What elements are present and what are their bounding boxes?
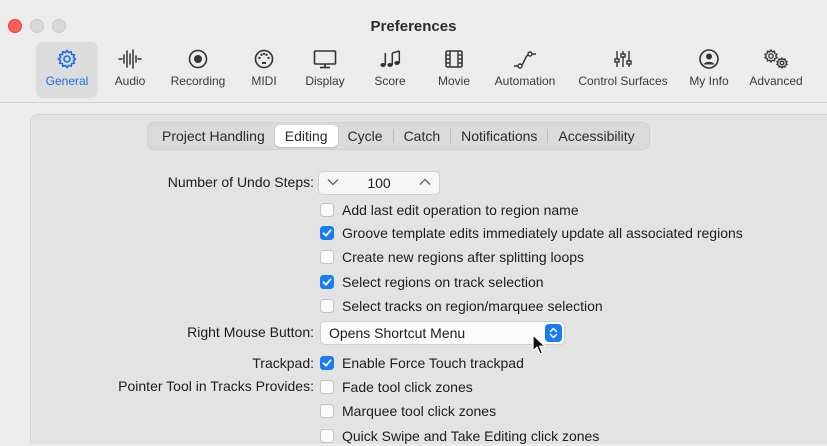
checkbox-label: Add last edit operation to region name — [342, 202, 579, 218]
checkmark-icon — [322, 359, 332, 367]
preferences-tabs: Project Handling Editing Cycle Catch Not… — [147, 122, 650, 150]
toolbar-score[interactable]: Score — [368, 42, 412, 98]
checkbox-add-last-edit[interactable]: Add last edit operation to region name — [320, 200, 579, 220]
toolbar-control-surfaces[interactable]: Control Surfaces — [572, 42, 674, 98]
toolbar-label: Movie — [437, 74, 470, 88]
checkbox-label: Fade tool click zones — [342, 379, 473, 395]
toolbar-advanced[interactable]: Advanced — [744, 42, 808, 98]
toolbar-movie[interactable]: Movie — [432, 42, 476, 98]
music-notes-icon — [378, 44, 402, 74]
tab-editing[interactable]: Editing — [274, 125, 338, 147]
gears-icon — [762, 44, 790, 74]
chevron-down-icon[interactable] — [327, 177, 339, 189]
tab-accessibility[interactable]: Accessibility — [548, 125, 644, 147]
toolbar-label: MIDI — [251, 74, 277, 88]
midi-port-icon — [253, 44, 275, 74]
checkbox-fade-tool[interactable]: Fade tool click zones — [320, 377, 473, 397]
toolbar-label: General — [45, 74, 89, 88]
checkbox-select-regions[interactable]: Select regions on track selection — [320, 272, 544, 292]
checkbox[interactable] — [320, 299, 334, 313]
checkbox[interactable] — [320, 404, 334, 418]
checkbox-label: Marquee tool click zones — [342, 403, 497, 419]
window-title: Preferences — [370, 18, 457, 35]
checkbox-label: Quick Swipe and Take Editing click zones — [342, 428, 600, 444]
gear-icon — [56, 44, 78, 74]
right-mouse-label: Right Mouse Button: — [187, 324, 314, 340]
person-icon — [698, 44, 720, 74]
trackpad-label: Trackpad: — [252, 355, 314, 371]
toolbar-label: My Info — [689, 74, 729, 88]
checkbox-checked[interactable] — [320, 356, 334, 370]
checkbox-label: Select regions on track selection — [342, 274, 544, 290]
checkbox-marquee-tool[interactable]: Marquee tool click zones — [320, 401, 496, 421]
checkbox[interactable] — [320, 250, 334, 264]
toolbar-label: Recording — [170, 74, 226, 88]
toolbar-general[interactable]: General — [36, 42, 98, 98]
toolbar-recording[interactable]: Recording — [166, 42, 230, 98]
checkbox-quick-swipe[interactable]: Quick Swipe and Take Editing click zones — [320, 426, 599, 446]
toolbar-automation[interactable]: Automation — [488, 42, 562, 98]
toolbar-midi[interactable]: MIDI — [244, 42, 284, 98]
tab-project-handling[interactable]: Project Handling — [152, 125, 275, 147]
toolbar-label: Display — [305, 74, 345, 88]
right-mouse-value: Opens Shortcut Menu — [329, 325, 466, 341]
tab-cycle[interactable]: Cycle — [338, 125, 393, 147]
monitor-icon — [312, 44, 338, 74]
checkmark-icon — [322, 278, 332, 286]
checkbox-create-new-regions[interactable]: Create new regions after splitting loops — [320, 247, 584, 267]
faders-icon — [612, 44, 634, 74]
checkbox[interactable] — [320, 203, 334, 217]
undo-steps-value: 100 — [367, 175, 391, 191]
mouse-cursor-icon — [532, 334, 548, 361]
checkbox-label: Select tracks on region/marquee selectio… — [342, 298, 603, 314]
toolbar-label: Automation — [494, 74, 556, 88]
automation-curve-icon — [511, 44, 539, 74]
toolbar-label: Audio — [114, 74, 146, 88]
checkbox-label: Enable Force Touch trackpad — [342, 355, 524, 371]
checkbox[interactable] — [320, 380, 334, 394]
toolbar-label: Score — [374, 74, 406, 88]
toolbar-label: Advanced — [749, 74, 803, 88]
checkbox-label: Groove template edits immediately update… — [342, 225, 743, 241]
preferences-toolbar: General Audio Recording MIDI Display Sco… — [0, 40, 827, 103]
waveform-icon — [117, 44, 143, 74]
undo-steps-stepper[interactable]: 100 — [318, 171, 440, 195]
checkmark-icon — [322, 229, 332, 237]
toolbar-label: Control Surfaces — [578, 74, 668, 88]
checkbox-label: Create new regions after splitting loops — [342, 249, 585, 265]
undo-steps-label: Number of Undo Steps: — [167, 174, 314, 190]
checkbox-select-tracks[interactable]: Select tracks on region/marquee selectio… — [320, 296, 603, 316]
checkbox-checked[interactable] — [320, 226, 334, 240]
tab-notifications[interactable]: Notifications — [451, 125, 547, 147]
film-icon — [443, 44, 465, 74]
right-mouse-select[interactable]: Opens Shortcut Menu — [320, 321, 565, 345]
toolbar-my-info[interactable]: My Info — [684, 42, 734, 98]
toolbar-audio[interactable]: Audio — [110, 42, 150, 98]
tab-catch[interactable]: Catch — [394, 125, 451, 147]
chevron-up-icon[interactable] — [419, 177, 431, 189]
toolbar-display[interactable]: Display — [300, 42, 350, 98]
checkbox[interactable] — [320, 429, 334, 443]
checkbox-groove-template[interactable]: Groove template edits immediately update… — [320, 223, 743, 243]
pointer-tool-label: Pointer Tool in Tracks Provides: — [118, 378, 314, 394]
title-bar: Preferences — [0, 0, 827, 40]
checkbox-force-touch[interactable]: Enable Force Touch trackpad — [320, 353, 524, 373]
record-icon — [187, 44, 209, 74]
checkbox-checked[interactable] — [320, 275, 334, 289]
